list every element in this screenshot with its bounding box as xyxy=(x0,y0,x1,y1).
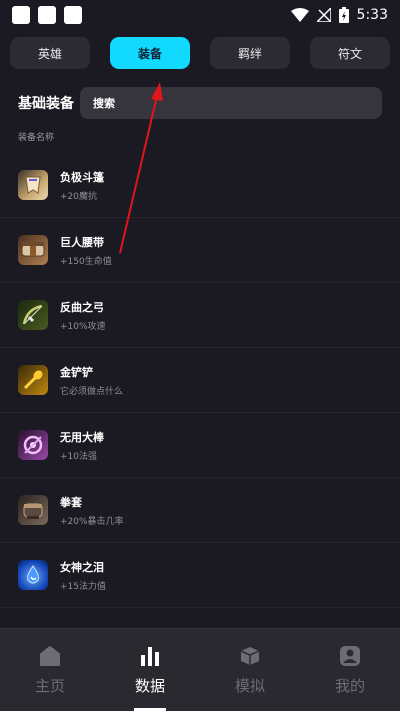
clock: 5:33 xyxy=(356,7,388,23)
profile-icon xyxy=(340,645,360,666)
item-desc: +20魔抗 xyxy=(60,191,97,202)
status-bar: 5:33 xyxy=(0,0,400,30)
nav-data[interactable]: 数据 xyxy=(100,629,200,711)
item-desc: +10%攻速 xyxy=(60,321,106,332)
list-item[interactable]: 拳套 +20%暴击几率 xyxy=(0,478,400,543)
tab-traits[interactable]: 羁绊 xyxy=(210,37,290,69)
item-name: 拳套 xyxy=(60,495,82,509)
bottom-nav: 主页 数据 模拟 我的 xyxy=(0,628,400,711)
belt-icon xyxy=(18,235,48,265)
search-input[interactable]: 搜索 xyxy=(80,87,382,119)
nav-simulate[interactable]: 模拟 xyxy=(200,629,300,711)
nav-label: 我的 xyxy=(334,676,365,695)
item-name: 反曲之弓 xyxy=(60,300,104,314)
section-header: 基础装备 搜索 xyxy=(18,87,382,119)
item-name: 金铲铲 xyxy=(60,365,93,379)
cube-icon xyxy=(240,646,260,665)
list-item[interactable]: 无用大棒 +10法强 xyxy=(0,413,400,478)
nav-home[interactable]: 主页 xyxy=(0,629,100,711)
list-item[interactable]: 巨人腰带 +150生命值 xyxy=(0,218,400,283)
item-desc: +150生命值 xyxy=(60,256,112,267)
item-desc: +20%暴击几率 xyxy=(60,516,124,527)
tab-runes[interactable]: 符文 xyxy=(310,37,390,69)
tab-heroes[interactable]: 英雄 xyxy=(10,37,90,69)
nav-label: 数据 xyxy=(134,676,165,695)
list-item[interactable]: 金铲铲 它必须做点什么 xyxy=(0,348,400,413)
rod-icon xyxy=(18,430,48,460)
tear-icon xyxy=(18,560,48,590)
item-name: 负极斗篷 xyxy=(60,170,104,184)
no-signal-icon xyxy=(316,8,331,22)
tab-items[interactable]: 装备 xyxy=(110,37,190,69)
nav-label: 主页 xyxy=(34,676,65,695)
item-list: 负极斗篷 +20魔抗 巨人腰带 +150生命值 反曲之弓 +10%攻速 金铲铲 … xyxy=(0,153,400,608)
bow-icon xyxy=(18,300,48,330)
wifi-icon xyxy=(290,8,309,22)
cloak-icon xyxy=(18,170,48,200)
notification-icon xyxy=(38,6,56,24)
home-icon xyxy=(40,645,60,666)
notification-icons xyxy=(12,6,82,24)
section-title: 基础装备 xyxy=(18,96,74,112)
column-header: 装备名称 xyxy=(18,133,55,143)
category-tabs: 英雄 装备 羁绊 符文 xyxy=(10,37,390,69)
battery-icon xyxy=(338,7,349,23)
list-item[interactable]: 女神之泪 +15法力值 xyxy=(0,543,400,608)
list-item[interactable]: 负极斗篷 +20魔抗 xyxy=(0,153,400,218)
status-indicators: 5:33 xyxy=(290,7,388,23)
item-desc: 它必须做点什么 xyxy=(60,386,124,397)
list-item[interactable]: 反曲之弓 +10%攻速 xyxy=(0,283,400,348)
bar-chart-icon xyxy=(141,646,159,666)
item-desc: +15法力值 xyxy=(60,581,106,592)
item-name: 无用大棒 xyxy=(60,430,104,444)
notification-icon xyxy=(64,6,82,24)
nav-label: 模拟 xyxy=(234,676,265,695)
item-name: 女神之泪 xyxy=(60,560,104,574)
notification-icon xyxy=(12,6,30,24)
item-name: 巨人腰带 xyxy=(60,235,104,249)
spatula-icon xyxy=(18,365,48,395)
glove-icon xyxy=(18,495,48,525)
item-desc: +10法强 xyxy=(60,451,97,462)
nav-profile[interactable]: 我的 xyxy=(300,629,400,711)
